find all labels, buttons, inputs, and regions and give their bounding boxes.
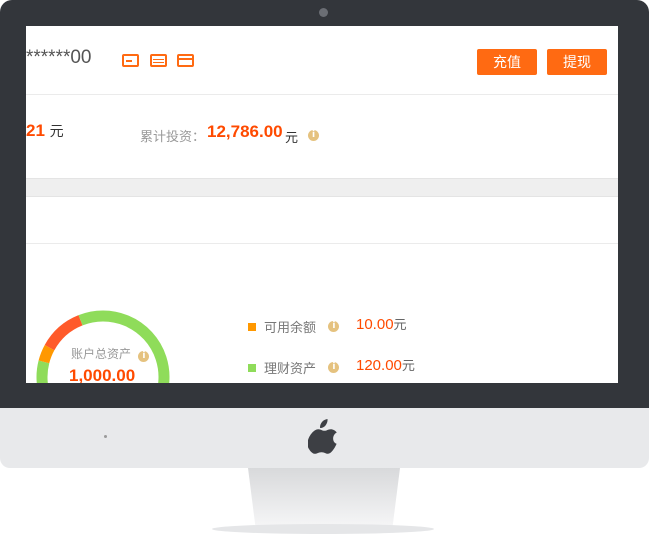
imac-frame: ******00 充值 提现 21 元 累计投资： 12,786.00 元 i …: [0, 0, 649, 537]
stand-base: [212, 524, 434, 534]
legend-label: 可用余额: [264, 320, 317, 335]
donut-segment: [44, 315, 83, 351]
balance-unit: 元: [49, 123, 64, 139]
card-icon[interactable]: [177, 54, 194, 67]
tab-row: [26, 197, 618, 244]
summary-row: [26, 95, 618, 177]
camera-icon: [319, 8, 328, 17]
legend-item-available: 可用余额 i 10.00元: [248, 316, 407, 336]
screen: ******00 充值 提现 21 元 累计投资： 12,786.00 元 i …: [26, 26, 618, 383]
legend-label: 理财资产: [264, 361, 317, 376]
balance-amount: 21 元: [26, 121, 64, 141]
withdraw-button[interactable]: 提现: [547, 49, 607, 75]
apple-logo-icon: [308, 419, 337, 454]
card-icon[interactable]: [122, 54, 139, 67]
total-assets-value: 1,000.00: [69, 366, 136, 383]
legend-item-wealth: 理财资产 i 120.00元: [248, 357, 415, 377]
investment-label: 累计投资：: [140, 129, 206, 144]
chin-dot: [104, 435, 107, 438]
investment-unit: 元: [285, 130, 299, 145]
donut-segment: [38, 344, 55, 364]
info-icon[interactable]: i: [308, 130, 319, 141]
donut-segment: [78, 310, 104, 326]
legend-swatch: [248, 322, 256, 331]
legend-value: 10.00元: [356, 316, 407, 333]
masked-account-number: ******00: [26, 47, 92, 68]
card-icon[interactable]: [150, 54, 167, 67]
info-icon[interactable]: i: [328, 321, 340, 332]
stand-neck: [248, 468, 400, 528]
section-divider: [26, 178, 618, 197]
info-icon[interactable]: i: [138, 351, 150, 362]
legend-swatch: [248, 363, 256, 372]
total-assets-label-text: 账户总资产: [71, 347, 132, 361]
info-icon[interactable]: i: [328, 362, 340, 373]
legend-value: 120.00元: [356, 357, 415, 374]
balance-value: 21: [26, 121, 45, 140]
recharge-button[interactable]: 充值: [477, 49, 537, 75]
total-assets-label: 账户总资产 i: [71, 345, 150, 362]
investment-amount: 12,786.00: [207, 122, 283, 141]
